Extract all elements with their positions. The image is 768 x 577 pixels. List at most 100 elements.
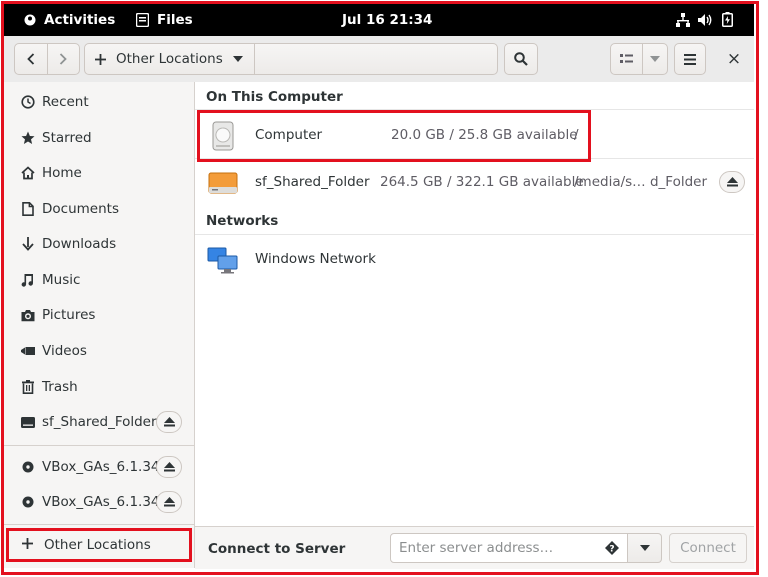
caret-down-icon (650, 56, 661, 62)
sidebar-item-trash[interactable]: Trash (4, 372, 194, 402)
location-row-shared-folder[interactable]: sf_Shared_Folder 264.5 GB / 322.1 GB ava… (195, 159, 754, 205)
location-name: Windows Network (255, 251, 376, 267)
forward-button[interactable] (46, 44, 80, 74)
disc-icon (21, 495, 35, 509)
clock-icon (21, 95, 35, 109)
sidebar: Recent Starred Home Documents Downloads … (4, 82, 195, 568)
back-button[interactable] (15, 44, 47, 74)
clock[interactable]: Jul 16 21:34 (342, 12, 432, 28)
location-label: Other Locations (116, 51, 223, 67)
location-name: Computer (255, 127, 323, 143)
sidebar-item-label: VBox_GAs_6.1.34 (42, 494, 160, 510)
location-size: 20.0 GB / 25.8 GB available (391, 127, 578, 143)
sidebar-separator (4, 524, 194, 525)
chevron-right-icon (59, 53, 68, 65)
sidebar-item-label: Recent (42, 94, 89, 110)
close-button[interactable]: × (720, 46, 748, 72)
star-icon (21, 131, 35, 145)
network-computers-icon (207, 244, 239, 276)
sidebar-item-vbox-2[interactable]: VBox_GAs_6.1.34 (4, 487, 194, 517)
sidebar-item-label: Other Locations (44, 537, 151, 553)
main-view: On This Computer Computer 20.0 GB / 25.8… (195, 82, 754, 569)
sidebar-item-downloads[interactable]: Downloads (4, 229, 194, 259)
drive-icon (21, 415, 35, 429)
section-title-networks: Networks (206, 213, 279, 229)
plus-icon (22, 537, 33, 553)
path-bar: Other Locations (84, 43, 498, 75)
camera-icon (21, 308, 35, 322)
window: Activities Files Jul 16 21:34 Other Loca… (0, 0, 768, 577)
sidebar-item-recent[interactable]: Recent (4, 87, 194, 117)
eject-icon (163, 462, 175, 472)
caret-down-icon (639, 545, 650, 551)
sidebar-item-videos[interactable]: Videos (4, 336, 194, 366)
files-app-icon (136, 13, 149, 27)
connect-button-label: Connect (680, 540, 736, 556)
sidebar-item-starred[interactable]: Starred (4, 123, 194, 153)
list-view-icon (620, 54, 634, 64)
sidebar-item-label: Videos (42, 343, 87, 359)
hard-drive-icon (207, 120, 239, 152)
plus-icon (95, 53, 106, 65)
view-options-button[interactable] (642, 44, 667, 74)
sidebar-item-label: Home (42, 165, 82, 181)
connect-bar: Connect to Server ? Connect (195, 526, 754, 569)
list-view-button[interactable] (611, 44, 642, 74)
sidebar-item-label: Documents (42, 201, 119, 217)
hamburger-icon (684, 53, 696, 65)
eject-button[interactable] (719, 171, 745, 193)
eject-button[interactable] (156, 456, 182, 478)
help-icon[interactable]: ? (605, 541, 619, 559)
close-icon: × (726, 49, 742, 69)
location-size: 264.5 GB / 322.1 GB available (380, 174, 584, 190)
location-path: / (574, 127, 579, 143)
search-icon (514, 52, 528, 66)
eject-button[interactable] (156, 491, 182, 513)
sidebar-item-label: Pictures (42, 307, 96, 323)
sidebar-item-label: Starred (42, 130, 92, 146)
section-divider (195, 234, 754, 235)
view-buttons (610, 43, 668, 75)
connect-button[interactable]: Connect (669, 533, 747, 563)
sidebar-item-label: VBox_GAs_6.1.34 (42, 459, 160, 475)
location-name: sf_Shared_Folder (255, 174, 370, 190)
system-tray[interactable] (676, 12, 733, 27)
sidebar-item-home[interactable]: Home (4, 158, 194, 188)
activities-button[interactable]: Activities (24, 12, 115, 28)
eject-icon (163, 497, 175, 507)
server-address-input[interactable] (391, 534, 607, 562)
chevron-left-icon (26, 53, 35, 65)
header-bar: Other Locations × (4, 36, 754, 83)
external-drive-icon (207, 167, 239, 199)
volume-icon (698, 13, 714, 27)
sidebar-item-label: Downloads (42, 236, 117, 252)
app-menu-button[interactable]: Files (136, 12, 193, 28)
sidebar-item-label: Trash (42, 379, 78, 395)
eject-icon (726, 177, 738, 187)
server-address-field: ? (390, 533, 628, 563)
location-row-computer[interactable]: Computer 20.0 GB / 25.8 GB available / (195, 112, 754, 158)
eject-button[interactable] (156, 411, 182, 433)
home-icon (21, 166, 35, 180)
document-icon (21, 202, 35, 216)
location-row-windows-network[interactable]: Windows Network (195, 236, 754, 282)
sidebar-item-music[interactable]: Music (4, 265, 194, 295)
svg-text:?: ? (609, 545, 614, 555)
main-menu-button[interactable] (674, 43, 706, 75)
sidebar-item-documents[interactable]: Documents (4, 194, 194, 224)
sidebar-item-pictures[interactable]: Pictures (4, 300, 194, 330)
activities-label: Activities (44, 12, 116, 28)
battery-icon (722, 12, 733, 27)
download-icon (21, 237, 35, 251)
eject-icon (163, 417, 175, 427)
sidebar-item-vbox-1[interactable]: VBox_GAs_6.1.34 (4, 452, 194, 482)
sidebar-item-shared-folder[interactable]: sf_Shared_Folder (4, 407, 194, 437)
sidebar-item-other-locations[interactable]: Other Locations (6, 528, 192, 562)
top-bar: Activities Files Jul 16 21:34 (4, 4, 754, 36)
location-button[interactable]: Other Locations (85, 44, 255, 74)
music-icon (21, 273, 35, 287)
navigation-buttons (14, 43, 80, 75)
video-icon (21, 344, 35, 358)
search-button[interactable] (504, 43, 538, 75)
recent-servers-button[interactable] (628, 533, 662, 563)
